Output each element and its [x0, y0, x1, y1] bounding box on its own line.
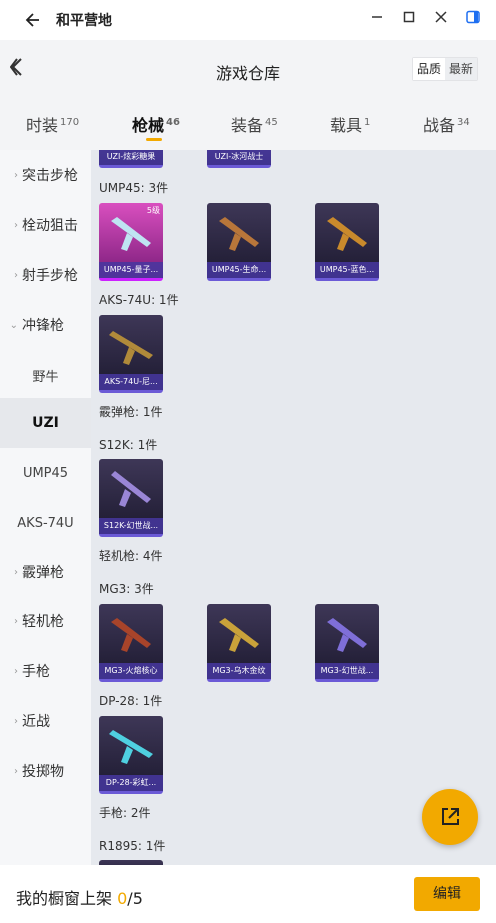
- sidebar-item-throwable[interactable]: › 投掷物: [0, 746, 91, 796]
- group-title: 手枪: 2件: [99, 806, 151, 820]
- chevron-right-icon: ›: [14, 219, 18, 231]
- tab-equipment[interactable]: 装备 45: [231, 112, 278, 136]
- edit-button[interactable]: 编辑: [414, 877, 480, 911]
- title-bar: 和平营地: [0, 0, 496, 40]
- sidebar-toggle-icon[interactable]: [466, 10, 480, 24]
- gun-image-icon: [327, 618, 367, 652]
- weapon-category-sidebar: › 突击步枪 › 栓动狙击 › 射手步枪 ⌄ 冲锋枪 野牛 UZI UMP45 AKS-…: [0, 150, 91, 865]
- tab-vehicles[interactable]: 载具 1: [330, 112, 370, 136]
- sidebar-subitem-bizon[interactable]: 野牛: [0, 350, 91, 400]
- maximize-icon[interactable]: [402, 10, 416, 24]
- group-title: R1895: 1件: [99, 839, 166, 853]
- chevron-right-icon: ›: [14, 765, 18, 777]
- sidebar-item-melee[interactable]: › 近战: [0, 696, 91, 746]
- app-title: 和平营地: [56, 13, 112, 29]
- weapon-card[interactable]: MG3-幻世战...: [315, 604, 379, 682]
- gun-image-icon: [219, 618, 259, 652]
- sort-toggle: 品质 最新: [411, 57, 478, 81]
- group-title: AKS-74U: 1件: [99, 293, 179, 307]
- weapon-card[interactable]: MG3-乌木金纹: [207, 604, 271, 682]
- window-controls: [370, 10, 480, 24]
- gun-image-icon: [111, 217, 151, 251]
- sidebar-item-marksman-rifle[interactable]: › 射手步枪: [0, 250, 91, 300]
- chevron-right-icon: ›: [14, 715, 18, 727]
- sidebar-item-lmg[interactable]: › 轻机枪: [0, 596, 91, 646]
- category-tabs: 时装 170 枪械 46 装备 45 载具 1 战备 34: [0, 100, 496, 150]
- chevron-down-icon: ⌄: [9, 319, 18, 331]
- weapon-card[interactable]: UMP45-生命...: [207, 203, 271, 281]
- sidebar-subitem-aks74u[interactable]: AKS-74U: [0, 498, 91, 548]
- sidebar-item-shotgun[interactable]: › 霰弹枪: [0, 547, 91, 597]
- weapon-card[interactable]: AKS-74U-尼...: [99, 315, 163, 393]
- tab-firearms[interactable]: 枪械 46: [132, 112, 180, 141]
- gun-image-icon: [111, 618, 151, 652]
- group-title: S12K: 1件: [99, 438, 158, 452]
- weapon-card[interactable]: UZI-冰河战士: [207, 150, 271, 168]
- showcase-status: 我的橱窗上架 0/5: [16, 889, 143, 908]
- weapon-card[interactable]: UMP45-蓝色...: [315, 203, 379, 281]
- chevron-right-icon: ›: [14, 566, 18, 578]
- weapon-card[interactable]: S12K-幻世战...: [99, 459, 163, 537]
- group-title: 霰弹枪: 1件: [99, 405, 163, 419]
- sidebar-item-assault-rifle[interactable]: › 突击步枪: [0, 150, 91, 200]
- gun-image-icon: [109, 331, 153, 365]
- gun-image-icon: [109, 730, 153, 764]
- weapon-card[interactable]: MG3-火熔核心: [99, 604, 163, 682]
- sidebar-item-smg[interactable]: ⌄ 冲锋枪: [0, 300, 91, 350]
- tab-supplies[interactable]: 战备 34: [423, 112, 470, 136]
- sort-latest-option[interactable]: 最新: [444, 58, 477, 80]
- sidebar-subitem-uzi[interactable]: UZI: [0, 398, 91, 448]
- gun-image-icon: [219, 217, 259, 251]
- share-button[interactable]: [422, 789, 478, 845]
- back-arrow-icon[interactable]: [14, 12, 50, 28]
- weapon-list: UZI-炫彩糖果 UZI-冰河战士 UMP45: 3件 5级 UMP45-量子.…: [91, 150, 496, 865]
- weapon-card[interactable]: 5级 UMP45-量子...: [99, 203, 163, 281]
- gun-image-icon: [111, 471, 151, 507]
- share-icon: [442, 808, 459, 825]
- chevron-right-icon: ›: [14, 169, 18, 181]
- page-header: 游戏仓库 品质 最新: [0, 40, 496, 100]
- sidebar-subitem-ump45[interactable]: UMP45: [0, 448, 91, 498]
- weapon-card[interactable]: DP-28-彩虹...: [99, 716, 163, 794]
- group-title: UMP45: 3件: [99, 181, 169, 195]
- group-title: 轻机枪: 4件: [99, 549, 163, 563]
- group-title: MG3: 3件: [99, 582, 154, 596]
- weapon-card[interactable]: UZI-炫彩糖果: [99, 150, 163, 168]
- close-icon[interactable]: [434, 10, 448, 24]
- sidebar-item-bolt-sniper[interactable]: › 栓动狙击: [0, 200, 91, 250]
- tab-fashion[interactable]: 时装 170: [26, 112, 79, 136]
- sidebar-item-pistol[interactable]: › 手枪: [0, 646, 91, 696]
- minimize-icon[interactable]: [370, 10, 384, 24]
- chevron-right-icon: ›: [14, 269, 18, 281]
- bottom-bar: 我的橱窗上架 0/5 编辑: [0, 865, 496, 923]
- active-tab-indicator: [146, 138, 162, 141]
- sort-quality-option[interactable]: 品质: [412, 58, 445, 80]
- chevron-right-icon: ›: [14, 615, 18, 627]
- chevron-right-icon: ›: [14, 665, 18, 677]
- group-title: DP-28: 1件: [99, 694, 163, 708]
- gun-image-icon: [327, 217, 367, 251]
